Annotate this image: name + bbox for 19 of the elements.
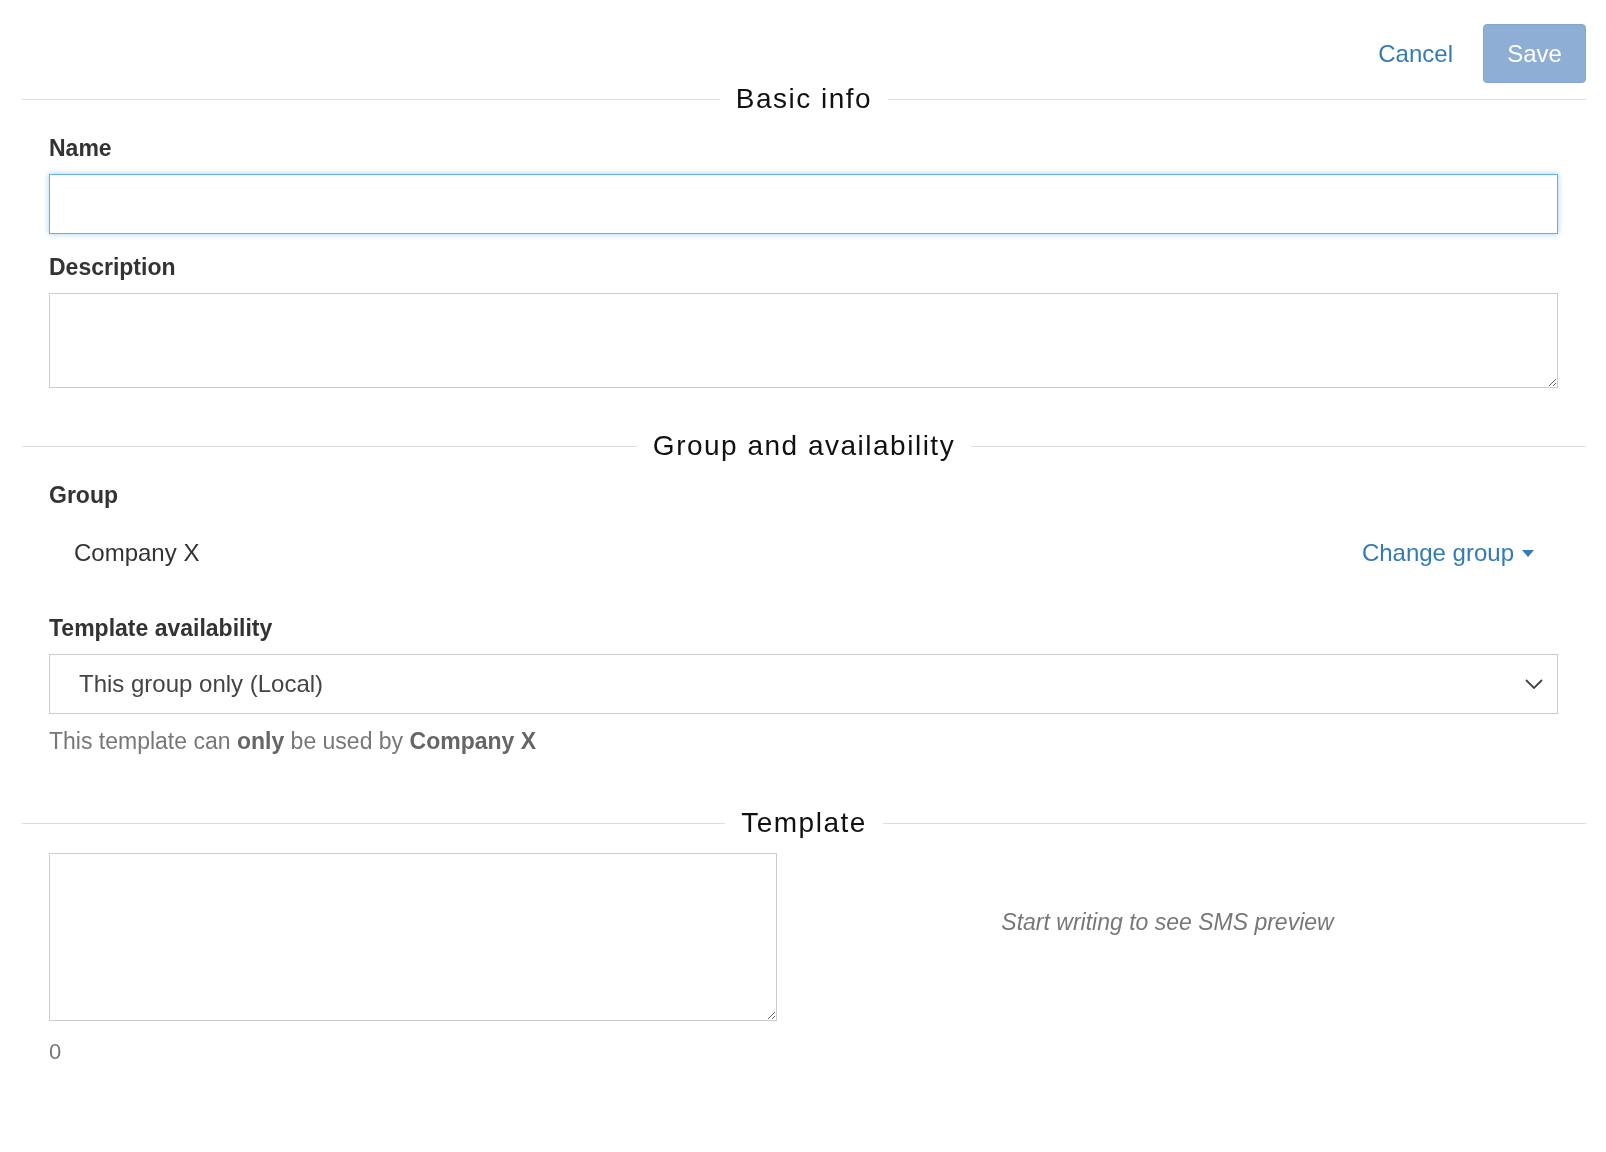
name-input-field[interactable] bbox=[49, 174, 1558, 234]
field-label: Group bbox=[49, 482, 119, 509]
change-group-dropdown[interactable]: Change group bbox=[1361, 539, 1534, 567]
cancel-link[interactable]: Cancel bbox=[1378, 39, 1453, 68]
group-value: Company X bbox=[74, 539, 200, 567]
availability-select[interactable]: This group only (Local) bbox=[49, 654, 1558, 714]
section-heading: Template bbox=[741, 807, 867, 839]
template-input-field[interactable] bbox=[49, 853, 777, 1021]
sms-preview-note: Start writing to see SMS preview bbox=[1001, 909, 1334, 937]
field-label: Description bbox=[49, 254, 177, 281]
description-input-field[interactable] bbox=[49, 293, 1558, 388]
section-heading: Group and availability bbox=[652, 430, 956, 462]
field-label: Template availability bbox=[49, 615, 274, 642]
section-heading: Basic info bbox=[735, 83, 873, 115]
field-label: Name bbox=[49, 135, 113, 162]
character-count: 0 bbox=[49, 1039, 62, 1065]
caret-icon bbox=[1522, 549, 1534, 557]
help-text: This template can only be used by Company X bbox=[49, 728, 538, 755]
chevron-down-icon bbox=[1525, 679, 1543, 689]
